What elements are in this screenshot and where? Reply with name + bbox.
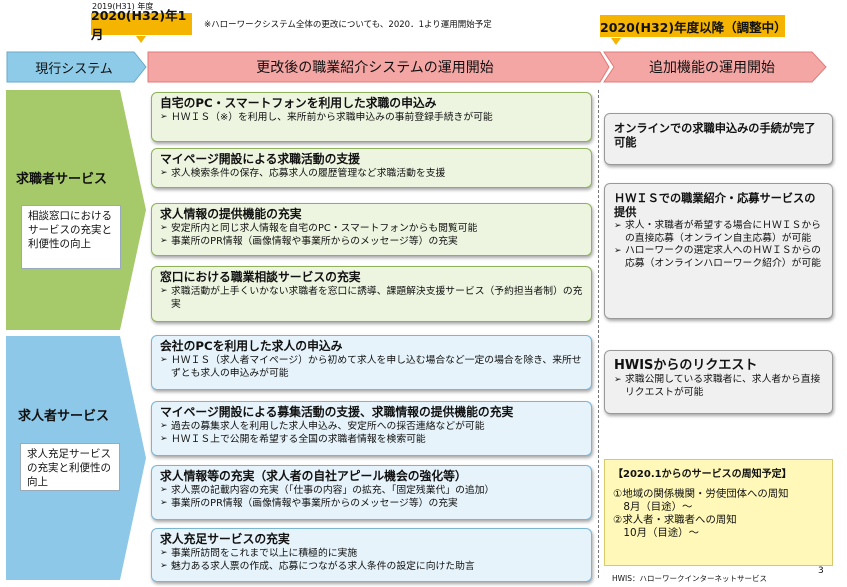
employer-card: 会社のPCを利用した求人の申込み ➢ ＨＷＩＳ（求人者マイページ）から初めて求人を… bbox=[151, 335, 592, 390]
card-item: ➢ 求人票の記載内容の充実（「仕事の内容」の拡充、「固定残業代」の追加） bbox=[160, 485, 495, 496]
jobseeker-card: 窓口における職業相談サービスの充実 ➢ 求職活動が上手くいかない求職者を窓口に誘導… bbox=[151, 266, 592, 322]
notice-item: ②求人者・求職者への周知 bbox=[613, 514, 737, 526]
card-item: ➢ 求職活動が上手くいかない求職者を窓口に誘導、課題解決支援サービス（予約担当者制… bbox=[160, 286, 583, 310]
hwis-referral-card: ＨＷＩＳでの職業紹介・応募サービスの提供 ➢ 求人・求職者が希望する場合にＨＷＩＳ… bbox=[604, 183, 833, 319]
card-title: マイページ開設による募集活動の支援、求職情報の提供機能の充実 bbox=[160, 405, 514, 419]
additional-operation-label: 追加機能の運用開始 bbox=[649, 60, 775, 76]
card-title: 求人情報の提供機能の充実 bbox=[160, 207, 302, 221]
card-item: ➢ 求人検索条件の保存、応募求人の履歴管理など求職活動を支援 bbox=[160, 168, 446, 179]
card-item: ➢ 魅力ある求人票の作成、応募につながる求人条件の設定に向けた助言 bbox=[160, 561, 475, 572]
card-title: オンラインでの求職申込みの手続が完了可能 bbox=[614, 122, 816, 149]
card-item: ➢ 事業所のPR情報（画像情報や事業所からのメッセージ等）の充実 bbox=[160, 236, 458, 247]
online-application-card: オンラインでの求職申込みの手続が完了可能 bbox=[604, 113, 833, 165]
jobseeker-card: 求人情報の提供機能の充実 ➢ 安定所内と同じ求人情報を自宅のPC・スマートフォンか… bbox=[151, 203, 592, 256]
card-title: マイページ開設による求職活動の支援 bbox=[160, 152, 360, 166]
employer-subtitle: 求人充足サービスの充実と利便性の向上 bbox=[20, 443, 120, 491]
card-title: 自宅のPC・スマートフォンを利用した求職の申込み bbox=[160, 96, 437, 110]
card-item: ➢ ＨＷＩＳ（求人者マイページ）から初めて求人を申し込む場合など一定の場合を除き、… bbox=[160, 355, 582, 379]
employer-card: 求人情報等の充実（求人者の自社アピール機会の強化等） ➢ 求人票の記載内容の充実（… bbox=[151, 465, 592, 520]
hwis-footnote: HWIS：ハローワークインターネットサービス bbox=[612, 574, 768, 583]
page-number: 3 bbox=[818, 566, 824, 576]
hwis-request-card: HWISからのリクエスト ➢ 求職公開している求職者に、求人者から直接リクエストが… bbox=[604, 350, 833, 414]
notice-title: 【2020.1からのサービスの周知予定】 bbox=[613, 469, 792, 480]
card-item: ➢ ＨＷＩＳ（※）を利用し、来所前から求職申込みの事前登録手続きが可能 bbox=[160, 112, 493, 123]
card-title: 会社のPCを利用した求人の申込み bbox=[160, 339, 343, 353]
card-title: HWISからのリクエスト bbox=[614, 358, 758, 373]
card-item: ➢ 求職公開している求職者に、求人者から直接リクエストが可能 bbox=[614, 374, 821, 398]
card-item: ➢ 事業所訪問をこれまで以上に積極的に実施 bbox=[160, 548, 358, 559]
notice-box: 【2020.1からのサービスの周知予定】 ①地域の関係機関・労使団体への周知 8… bbox=[604, 459, 833, 566]
card-item: ➢ ＨＷＩＳ上で公開を希望する全国の求職者情報を検索可能 bbox=[160, 434, 426, 445]
left-panels bbox=[6, 90, 146, 580]
card-item: ➢ ハローワークの選定求人へのＨＷＩＳからの応募（オンラインハローワーク紹介）が可… bbox=[614, 245, 821, 269]
card-item: ➢ 求人・求職者が希望する場合にＨＷＩＳからの直接応募（オンライン自主応募）が可能 bbox=[614, 220, 821, 244]
notice-item: 10月（目途）～ bbox=[613, 527, 699, 539]
jobseeker-subtitle: 相談窓口における サービスの充実と利便性の向上 bbox=[21, 205, 121, 269]
notice-item: ①地域の関係機関・労使団体への周知 bbox=[613, 488, 789, 500]
timeline-divider bbox=[598, 90, 599, 578]
jobseeker-title: 求職者サービス bbox=[16, 172, 108, 187]
card-item: ➢ 過去の募集求人を利用した求人申込み、安定所への採否連絡などが可能 bbox=[160, 421, 485, 432]
jobseeker-card: マイページ開設による求職活動の支援 ➢ 求人検索条件の保存、応募求人の履歴管理など… bbox=[151, 148, 592, 188]
card-title: 求人情報等の充実（求人者の自社アピール機会の強化等） bbox=[160, 469, 467, 483]
employer-card: 求人充足サービスの充実 ➢ 事業所訪問をこれまで以上に積極的に実施 ➢ 魅力ある求人… bbox=[151, 528, 592, 582]
card-title: 求人充足サービスの充実 bbox=[160, 532, 290, 546]
employer-title: 求人者サービス bbox=[18, 409, 110, 424]
card-item: ➢ 事業所のPR情報（画像情報や事業所からのメッセージ等）の充実 bbox=[160, 498, 458, 509]
notice-item: 8月（目途）～ bbox=[613, 501, 693, 513]
jobseeker-card: 自宅のPC・スマートフォンを利用した求職の申込み ➢ ＨＷＩＳ（※）を利用し、来所… bbox=[151, 92, 592, 142]
main-operation-label: 更改後の職業紹介システムの運用開始 bbox=[256, 60, 494, 76]
employer-card: マイページ開設による募集活動の支援、求職情報の提供機能の充実 ➢ 過去の募集求人を… bbox=[151, 401, 592, 456]
card-title: ＨＷＩＳでの職業紹介・応募サービスの提供 bbox=[614, 192, 816, 219]
card-item: ➢ 安定所内と同じ求人情報を自宅のPC・スマートフォンからも閲覧可能 bbox=[160, 223, 478, 234]
card-title: 窓口における職業相談サービスの充実 bbox=[160, 270, 361, 284]
